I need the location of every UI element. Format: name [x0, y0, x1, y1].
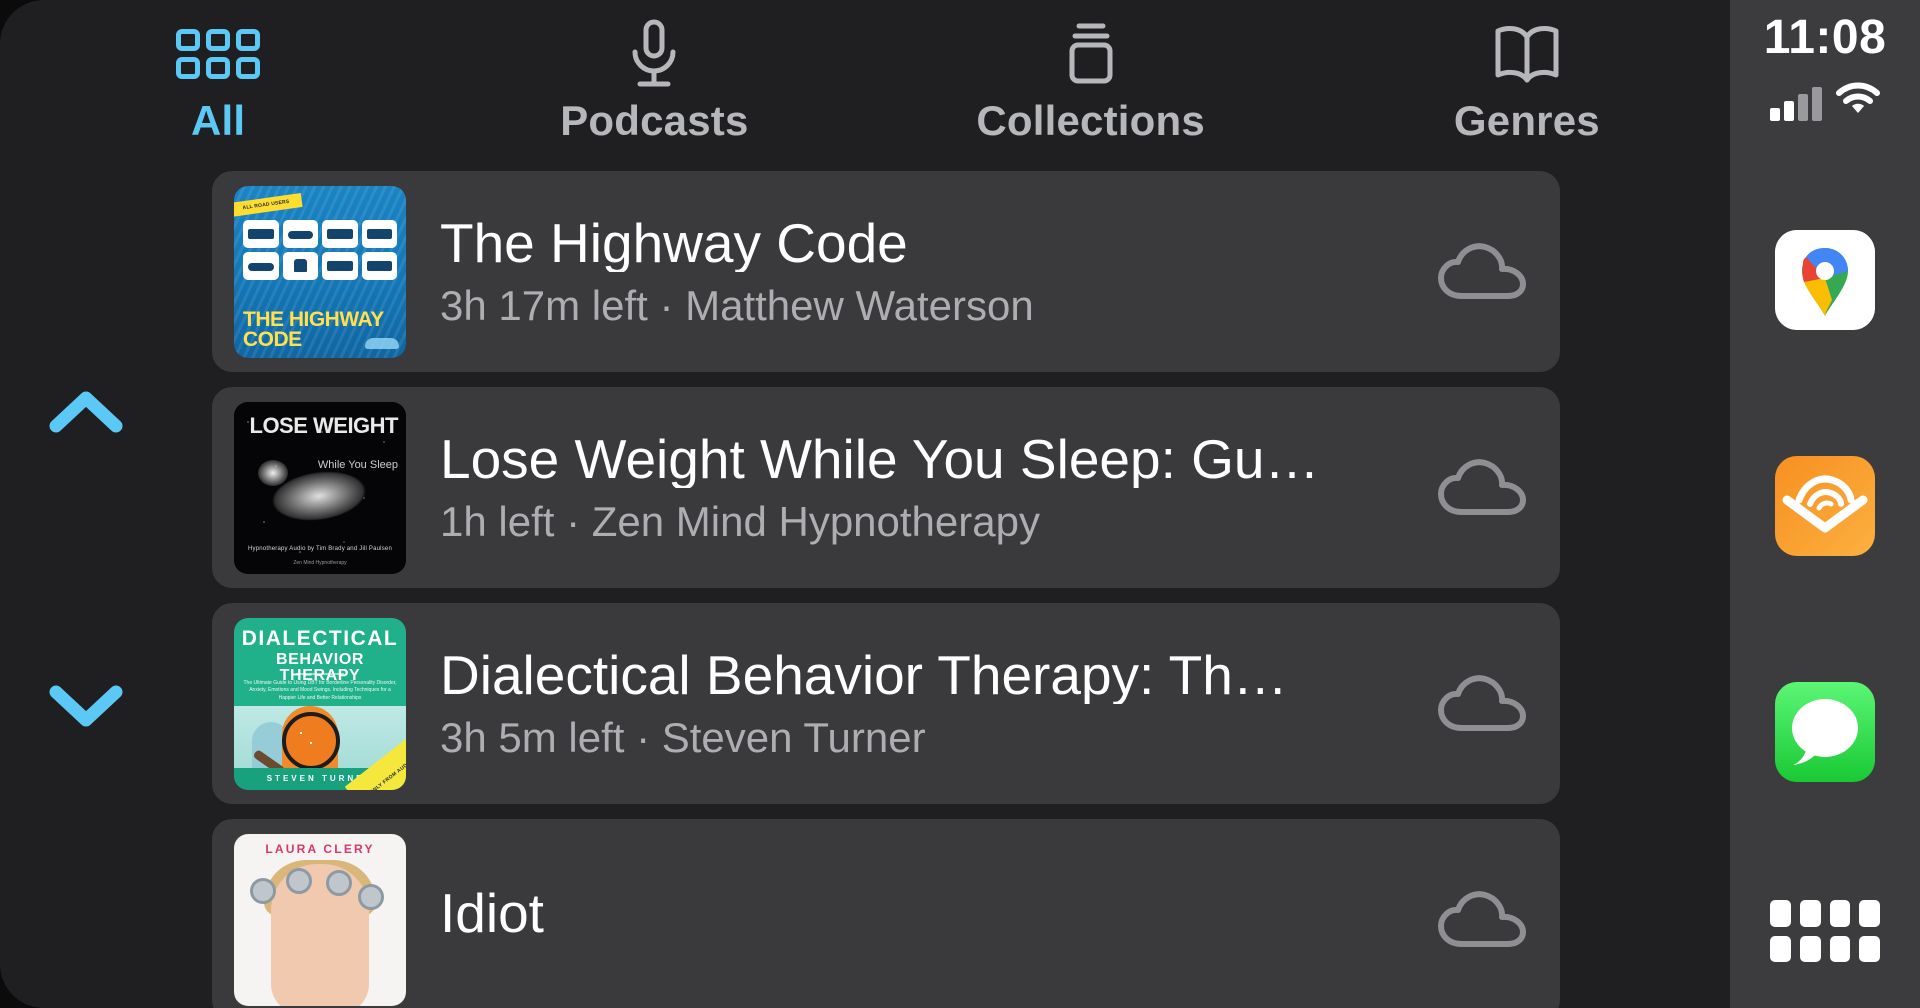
sidebar-app-messages[interactable]: [1775, 682, 1875, 782]
messages-icon: [1792, 699, 1858, 765]
cover-art: LOSE WEIGHT While You Sleep Hypnotherapy…: [234, 401, 406, 574]
audible-icon: [1782, 475, 1868, 533]
sidebar-app-audible[interactable]: [1775, 456, 1875, 556]
download-button[interactable]: [1430, 232, 1534, 312]
tab-all[interactable]: All: [0, 0, 436, 142]
cover-art: ALL ROAD USERS THE HIGHWAY CODE: [234, 185, 406, 358]
tab-collections[interactable]: Collections: [873, 0, 1309, 142]
scroll-up-button[interactable]: [48, 382, 124, 442]
list-item-title: Dialectical Behavior Therapy: Th…: [440, 646, 1288, 705]
carplay-sidebar: 11:08: [1730, 0, 1920, 1008]
cover-credit: Hypnotherapy Audio by Tim Brady and Jill…: [247, 545, 392, 552]
list-item-text: Idiot: [440, 884, 1430, 954]
tab-collections-label: Collections: [976, 97, 1205, 144]
chevron-up-icon: [49, 391, 123, 433]
sidebar-app-maps[interactable]: [1775, 230, 1875, 330]
cover-art: LAURA CLERY: [234, 833, 406, 1006]
cover-title: LOSE WEIGHT: [249, 412, 399, 438]
clock: 11:08: [1763, 11, 1887, 64]
cover-publisher: Zen Mind Hypnotherapy: [293, 559, 347, 566]
cloud-download-icon: [1438, 890, 1526, 947]
cloud-download-icon: [1438, 458, 1526, 515]
status-icons: [1770, 82, 1880, 121]
google-maps-icon: [1775, 230, 1875, 330]
list-item-title: Lose Weight While You Sleep: Gu…: [440, 430, 1320, 489]
scroll-down-button[interactable]: [48, 676, 124, 736]
cover-divider: [296, 672, 344, 675]
car-glyph-icon: [365, 337, 399, 349]
carplay-screen: All Podcasts Collections Genres ALL ROAD…: [0, 0, 1920, 1008]
cover-banner: ALL ROAD USERS: [234, 192, 303, 217]
list-item-text: Dialectical Behavior Therapy: Th… 3h 5m …: [440, 646, 1430, 761]
download-button[interactable]: [1430, 880, 1534, 960]
audiobook-app-panel: All Podcasts Collections Genres ALL ROAD…: [0, 0, 1745, 1008]
list-item-subtitle: 3h 5m left · Steven Turner: [440, 716, 926, 761]
cover-author: LAURA CLERY: [265, 841, 375, 856]
list-item-text: The Highway Code 3h 17m left · Matthew W…: [440, 214, 1430, 329]
cellular-signal-icon: [1770, 87, 1822, 121]
tab-all-label: All: [190, 97, 246, 144]
audiobook-list[interactable]: ALL ROAD USERS THE HIGHWAY CODE The High…: [212, 171, 1560, 1008]
cover-description: The Ultimate Guide to Using DBT for Bord…: [243, 679, 397, 701]
cover-figure-head: [258, 459, 288, 486]
tab-genres[interactable]: Genres: [1309, 0, 1745, 142]
app-grid-button[interactable]: [1770, 900, 1880, 962]
wifi-icon: [1836, 82, 1880, 121]
list-item-title: The Highway Code: [440, 214, 908, 273]
list-item[interactable]: LAURA CLERY Idiot: [212, 819, 1560, 1008]
list-item-subtitle: 3h 17m left · Matthew Waterson: [440, 284, 1034, 329]
cover-art: DIALECTICAL BEHAVIOR THERAPY The Ultimat…: [234, 617, 406, 790]
open-book-icon: [1488, 14, 1566, 94]
list-item[interactable]: ALL ROAD USERS THE HIGHWAY CODE The High…: [212, 171, 1560, 372]
list-item-text: Lose Weight While You Sleep: Gu… 1h left…: [440, 430, 1430, 545]
cloud-download-icon: [1438, 674, 1526, 731]
status-bar: 11:08: [1730, 0, 1920, 160]
tab-podcasts-label: Podcasts: [560, 97, 749, 144]
chevron-down-icon: [49, 685, 123, 727]
grid-icon: [176, 14, 261, 94]
list-item[interactable]: DIALECTICAL BEHAVIOR THERAPY The Ultimat…: [212, 603, 1560, 804]
tab-bar: All Podcasts Collections Genres: [0, 0, 1745, 178]
download-button[interactable]: [1430, 664, 1534, 744]
cover-title: DIALECTICAL: [241, 626, 399, 650]
download-button[interactable]: [1430, 448, 1534, 528]
tab-podcasts[interactable]: Podcasts: [436, 0, 872, 142]
list-item-subtitle: 1h left · Zen Mind Hypnotherapy: [440, 500, 1040, 545]
magnifier-icon: [282, 711, 340, 768]
microphone-icon: [622, 14, 686, 94]
tab-genres-label: Genres: [1453, 97, 1600, 144]
cloud-download-icon: [1438, 242, 1526, 299]
stack-box-icon: [1059, 14, 1123, 94]
app-grid-icon: [1770, 900, 1791, 927]
list-item[interactable]: LOSE WEIGHT While You Sleep Hypnotherapy…: [212, 387, 1560, 588]
list-item-title: Idiot: [440, 884, 544, 943]
